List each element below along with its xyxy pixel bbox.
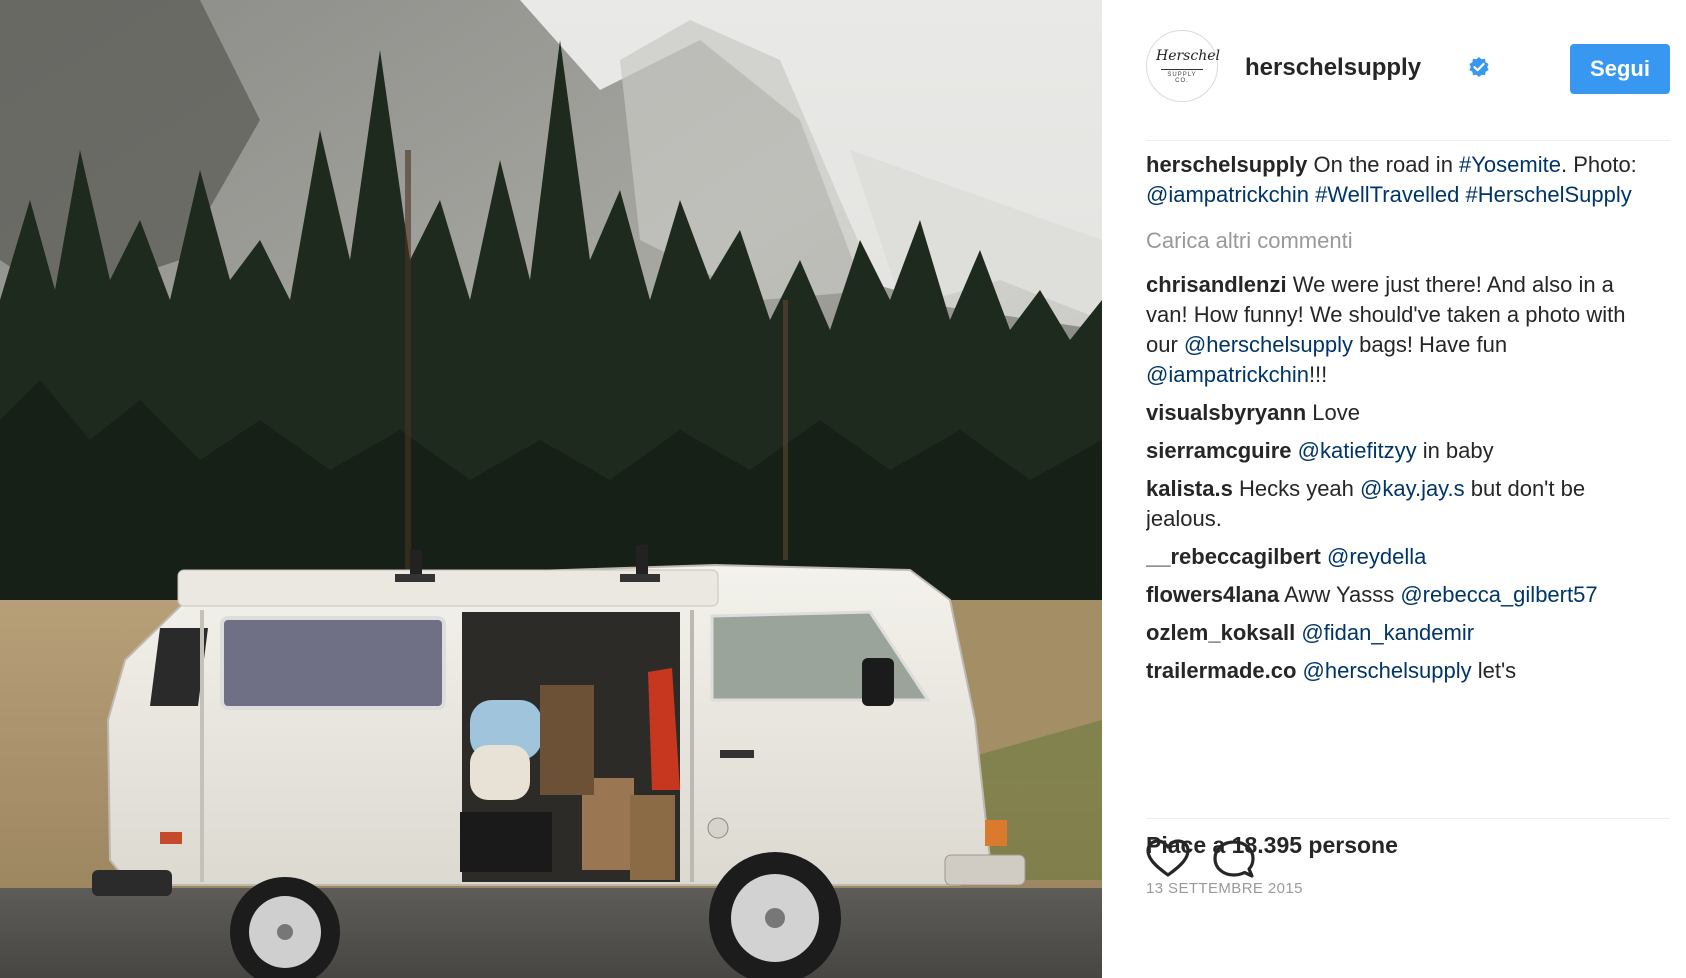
comment-text: Hecks yeah bbox=[1232, 476, 1361, 501]
mention-link[interactable]: @iampatrickchin bbox=[1146, 182, 1309, 207]
comment-username[interactable]: kalista.s bbox=[1146, 476, 1233, 501]
comment-text: let's bbox=[1471, 658, 1517, 683]
caption-username[interactable]: herschelsupply bbox=[1146, 152, 1307, 177]
post-caption: herschelsupply On the road in #Yosemite.… bbox=[1146, 150, 1646, 210]
caption-text: On the road in bbox=[1307, 152, 1460, 177]
header-username[interactable]: herschelsupply bbox=[1245, 54, 1421, 82]
caption-text: . Photo: bbox=[1560, 152, 1637, 177]
comment: sierramcguire @katiefitzyy in baby bbox=[1146, 436, 1646, 466]
mention-link[interactable]: @reydella bbox=[1327, 544, 1426, 569]
comment: flowers4lana Aww Yasss @rebecca_gilbert5… bbox=[1146, 580, 1646, 610]
post-date[interactable]: 13 SETTEMBRE 2015 bbox=[1146, 880, 1303, 897]
follow-button[interactable]: Segui bbox=[1570, 44, 1670, 94]
comments-list[interactable]: herschelsupply On the road in #Yosemite.… bbox=[1146, 150, 1646, 818]
comment-text: Love bbox=[1306, 400, 1361, 425]
comment: kalista.s Hecks yeah @kay.jay.s but don'… bbox=[1146, 474, 1646, 534]
comment-username[interactable]: flowers4lana bbox=[1146, 582, 1279, 607]
mention-link[interactable]: @iampatrickchin bbox=[1146, 362, 1309, 387]
post-actions-bar bbox=[1146, 818, 1670, 878]
mention-link[interactable]: @katiefitzyy bbox=[1298, 438, 1417, 463]
comment-username[interactable]: sierramcguire bbox=[1146, 438, 1292, 463]
hashtag-link[interactable]: #HerschelSupply bbox=[1465, 182, 1631, 207]
avatar[interactable]: Herschel SUPPLY CO. bbox=[1146, 30, 1220, 102]
avatar-logo-subtext: SUPPLY CO. bbox=[1161, 69, 1203, 84]
comment-username[interactable]: __rebeccagilbert bbox=[1146, 544, 1321, 569]
post-header: Herschel SUPPLY CO. herschelsupply Segui bbox=[1146, 30, 1670, 141]
mention-link[interactable]: @kay.jay.s bbox=[1360, 476, 1465, 501]
comment: visualsbyryann Love bbox=[1146, 398, 1646, 428]
comment: ozlem_koksall @fidan_kandemir bbox=[1146, 618, 1646, 648]
hashtag-link[interactable]: #Yosemite bbox=[1459, 152, 1561, 177]
mention-link[interactable]: @herschelsupply bbox=[1184, 332, 1353, 357]
hashtag-link[interactable]: #WellTravelled bbox=[1315, 182, 1459, 207]
yosemite-van-photo bbox=[0, 0, 1102, 978]
comment-username[interactable]: trailermade.co bbox=[1146, 658, 1296, 683]
load-more-comments-link[interactable]: Carica altri commenti bbox=[1146, 226, 1646, 256]
post-photo[interactable] bbox=[0, 0, 1102, 978]
post-side-panel: Herschel SUPPLY CO. herschelsupply Segui… bbox=[1102, 0, 1686, 978]
comment-text: Aww Yasss bbox=[1279, 582, 1401, 607]
comment-username[interactable]: ozlem_koksall bbox=[1146, 620, 1295, 645]
comment: trailermade.co @herschelsupply let's bbox=[1146, 656, 1646, 686]
comment: __rebeccagilbert @reydella bbox=[1146, 542, 1646, 572]
likes-count[interactable]: Piace a 18.395 persone bbox=[1146, 832, 1398, 859]
comment-text: bags! Have fun bbox=[1353, 332, 1508, 357]
mention-link[interactable]: @rebecca_gilbert57 bbox=[1400, 582, 1597, 607]
mention-link[interactable]: @fidan_kandemir bbox=[1301, 620, 1474, 645]
comment-text: !!! bbox=[1308, 362, 1328, 387]
comment-username[interactable]: visualsbyryann bbox=[1146, 400, 1306, 425]
comment-username[interactable]: chrisandlenzi bbox=[1146, 272, 1287, 297]
avatar-logo-text: Herschel bbox=[1156, 48, 1220, 64]
comment: chrisandlenzi We were just there! And al… bbox=[1146, 270, 1646, 390]
verified-badge-icon bbox=[1469, 57, 1489, 77]
mention-link[interactable]: @herschelsupply bbox=[1303, 658, 1472, 683]
comment-text: in baby bbox=[1416, 438, 1494, 463]
